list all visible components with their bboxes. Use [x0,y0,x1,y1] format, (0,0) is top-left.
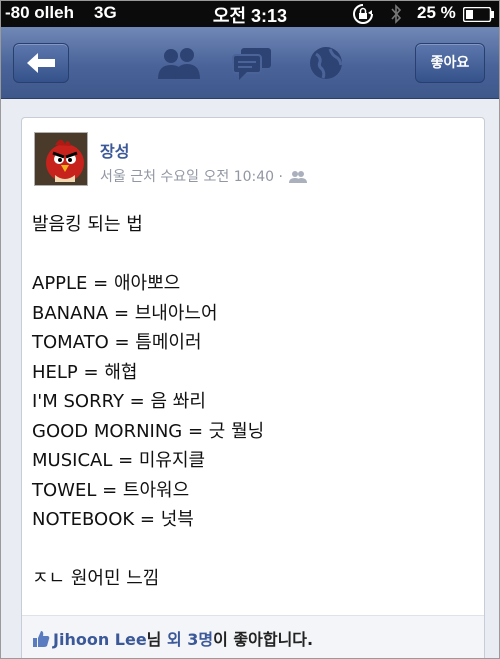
rotation-lock-icon [353,4,373,24]
post-line: BANANA = 브내아느어 [32,302,218,324]
likes-suffix: 님 [146,630,167,649]
likes-tail: 이 좋아합니다. [213,630,314,649]
author-name[interactable]: 장성 [100,138,129,162]
phone-screen: -80 olleh 3G 오전 3:13 25 % 좋아요 장성 서울 근처 수… [0,0,500,659]
post-timestamp: 서울 근처 수요일 오전 10:40 · [100,169,283,185]
battery-icon [463,7,494,22]
avatar[interactable] [34,132,88,186]
bluetooth-icon [391,4,402,24]
likes-bar: Jihoon Lee님 외 3명이 좋아합니다. [22,615,484,658]
post-line: NOTEBOOK = 넛븍 [32,509,194,530]
post-line: APPLE = 애아뽀으 [32,273,181,294]
messages-icon[interactable] [231,45,273,81]
friends-privacy-icon [289,171,308,183]
back-button[interactable] [13,43,69,83]
post-body: 발음킹 되는 법 APPLE = 애아뽀으 BANANA = 브내아느어 TOM… [32,210,472,594]
post-line: I'M SORRY = 음 쏴리 [32,391,206,412]
post-line: MUSICAL = 미유지클 [32,450,206,471]
post-meta: 서울 근처 수요일 오전 10:40 · [100,166,308,186]
friends-icon[interactable] [157,45,201,81]
post-line: TOWEL = 트아워으 [32,479,190,501]
post-line: GOOD MORNING = 긋 뭘닝 [32,420,265,442]
angry-bird-avatar-image [35,133,87,185]
battery-percent: 25 % [417,3,456,22]
like-button[interactable]: 좋아요 [415,43,485,83]
post-card: 장성 서울 근처 수요일 오전 10:40 · 발음킹 되는 법 APPLE =… [21,117,485,658]
liker-name-link[interactable]: Jihoon Lee [53,630,147,649]
post-line: TOMATO = 틈메이러 [32,332,202,353]
globe-icon[interactable] [308,45,344,81]
left-arrow-icon [27,53,55,73]
post-line: HELP = 해협 [32,361,138,383]
navigation-bar: 좋아요 [1,27,499,99]
other-likers-link[interactable]: 외 3명 [167,630,213,649]
post-title-line: 발음킹 되는 법 [32,214,143,235]
post-closing-line: ㅈㄴ 원어민 느낌 [32,568,160,589]
thumbs-up-icon [33,631,50,647]
status-bar: -80 olleh 3G 오전 3:13 25 % [1,1,499,27]
likes-summary[interactable]: Jihoon Lee님 외 3명이 좋아합니다. [32,626,313,650]
